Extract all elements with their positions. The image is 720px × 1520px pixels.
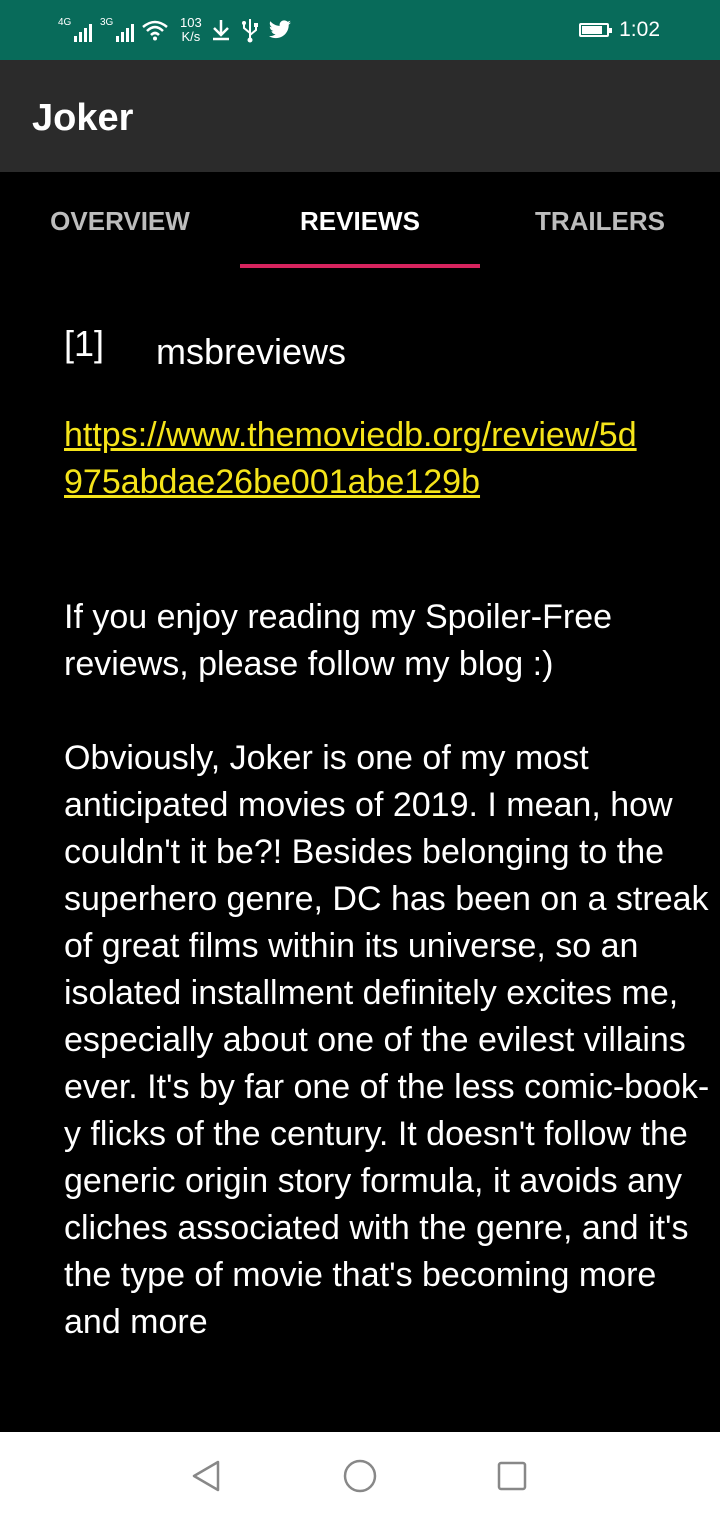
- navigation-bar: [0, 1432, 720, 1520]
- review-index: [1]: [64, 323, 105, 364]
- wifi-icon: [142, 20, 168, 41]
- tab-bar: OVERVIEW REVIEWS TRAILERS: [0, 172, 720, 270]
- network-speed-value: 103: [180, 15, 202, 30]
- signal-icon: 3G: [100, 18, 134, 42]
- tab-overview[interactable]: OVERVIEW: [0, 172, 240, 270]
- clock: 1:02: [619, 18, 660, 41]
- twitter-icon: [268, 20, 291, 39]
- tab-indicator: [240, 264, 480, 268]
- app-bar: Joker: [0, 60, 720, 172]
- network-speed-unit: K/s: [181, 29, 201, 44]
- back-icon[interactable]: [186, 1456, 226, 1496]
- network-type-label: 4G: [58, 17, 72, 28]
- status-bar: 4G 3G 103 K/s 1:02: [0, 0, 720, 60]
- tab-reviews[interactable]: REVIEWS: [240, 172, 480, 270]
- status-icons-right: 1:02: [579, 10, 660, 50]
- usb-icon: [241, 19, 258, 43]
- signal-icon: 4G: [58, 18, 92, 42]
- battery-fill: [582, 26, 603, 34]
- review-list[interactable]: [1] msbreviews https://www.themoviedb.or…: [0, 270, 720, 1432]
- review-content: If you enjoy reading my Spoiler-Free rev…: [64, 598, 710, 1341]
- network-speed: 103 K/s: [180, 16, 202, 44]
- network-type-label: 3G: [100, 17, 114, 28]
- recents-icon[interactable]: [492, 1456, 532, 1496]
- review-author: msbreviews: [156, 331, 347, 372]
- home-icon[interactable]: [340, 1456, 380, 1496]
- page-title: Joker: [32, 97, 134, 139]
- battery-icon: [579, 23, 613, 37]
- status-icons-left: 4G 3G 103 K/s: [58, 10, 292, 50]
- tab-trailers[interactable]: TRAILERS: [480, 172, 720, 270]
- review-url-link[interactable]: https://www.themoviedb.org/review/5d975a…: [64, 412, 654, 506]
- download-icon: [212, 20, 229, 41]
